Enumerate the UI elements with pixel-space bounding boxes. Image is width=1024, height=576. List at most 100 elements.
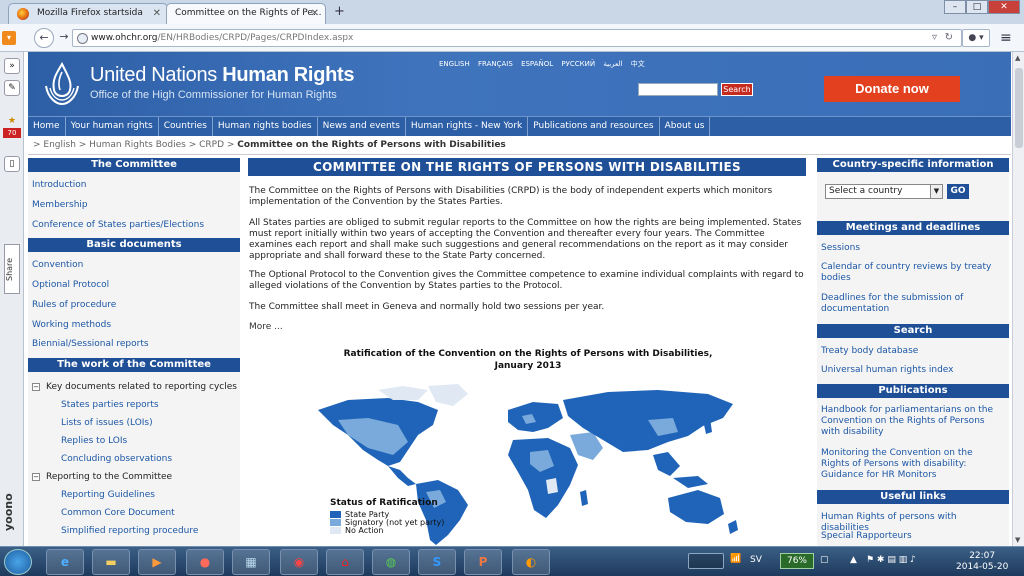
- close-icon[interactable]: ✕: [153, 4, 161, 23]
- reload-icon[interactable]: ↻: [945, 32, 953, 43]
- nav-publications[interactable]: Publications and resources: [528, 117, 660, 136]
- legend-swatch: [330, 511, 341, 518]
- lang-spanish[interactable]: ESPAÑOL: [521, 60, 553, 68]
- scroll-down-icon[interactable]: ▼: [1015, 536, 1020, 544]
- yoono-logo[interactable]: yoono: [2, 482, 22, 542]
- new-tab-button[interactable]: +: [334, 4, 345, 19]
- link-sessions[interactable]: Sessions: [821, 243, 1003, 254]
- link-rules-of-procedure[interactable]: Rules of procedure: [32, 300, 116, 310]
- user-menu-button[interactable]: ● ▾: [962, 29, 990, 47]
- tree-key-documents[interactable]: − Key documents related to reporting cycl…: [32, 382, 237, 392]
- link-common-core[interactable]: Common Core Document: [61, 508, 175, 518]
- skype-icon[interactable]: S: [418, 549, 456, 575]
- collapse-icon[interactable]: −: [32, 382, 40, 391]
- panel-icon[interactable]: ▯: [4, 156, 20, 172]
- pdf-icon[interactable]: ⌂: [326, 549, 364, 575]
- start-button[interactable]: [4, 549, 32, 575]
- tool-icon[interactable]: ✎: [4, 80, 20, 96]
- lang-arabic[interactable]: العربية: [603, 60, 622, 68]
- main-nav: Home Your human rights Countries Human r…: [28, 116, 1011, 136]
- link-optional-protocol[interactable]: Optional Protocol: [32, 280, 109, 290]
- share-button[interactable]: Share: [4, 244, 20, 294]
- go-button[interactable]: GO: [947, 184, 969, 199]
- back-button[interactable]: ←: [34, 28, 54, 48]
- link-reports[interactable]: Biennial/Sessional reports: [32, 339, 149, 349]
- close-icon[interactable]: ✕: [311, 4, 319, 23]
- breadcrumb-links[interactable]: > English > Human Rights Bodies > CRPD >: [33, 140, 234, 150]
- link-concluding-observations[interactable]: Concluding observations: [61, 454, 172, 464]
- firefox-taskbar-icon[interactable]: ◐: [512, 549, 550, 575]
- donate-button[interactable]: Donate now: [824, 76, 960, 102]
- link-special-rapporteurs[interactable]: Special Rapporteurs: [821, 531, 1003, 542]
- show-hidden-icon[interactable]: ▲: [850, 555, 857, 565]
- tray-icons[interactable]: ⚑ ✱ ▤ ▥ ♪: [866, 555, 916, 565]
- internet-explorer-icon[interactable]: e: [46, 549, 84, 575]
- link-introduction[interactable]: Introduction: [32, 180, 87, 190]
- link-uhri[interactable]: Universal human rights index: [821, 365, 1003, 376]
- link-treaty-database[interactable]: Treaty body database: [821, 346, 1003, 357]
- link-monitoring[interactable]: Monitoring the Convention on the Rights …: [821, 448, 1003, 481]
- scroll-up-icon[interactable]: ▲: [1015, 54, 1020, 62]
- scroll-thumb[interactable]: [1015, 68, 1023, 148]
- more-link[interactable]: More ...: [249, 322, 283, 332]
- country-select[interactable]: Select a country ▼: [825, 184, 943, 199]
- hotspot-icon[interactable]: ◉: [280, 549, 318, 575]
- lang-chinese[interactable]: 中文: [631, 60, 645, 68]
- site-search-button[interactable]: Search: [721, 83, 753, 96]
- vertical-scrollbar[interactable]: ▲ ▼: [1012, 52, 1024, 546]
- link-calendar[interactable]: Calendar of country reviews by treaty bo…: [821, 262, 1003, 284]
- tab-firefox-start[interactable]: Mozilla Firefox startsida ✕: [8, 3, 168, 24]
- dropdown-arrow-icon[interactable]: ▿: [932, 32, 937, 43]
- collapse-icon[interactable]: −: [32, 472, 40, 481]
- nav-new-york[interactable]: Human rights - New York: [406, 117, 529, 136]
- maximize-button[interactable]: □: [966, 0, 988, 14]
- link-working-methods[interactable]: Working methods: [32, 320, 111, 330]
- power-icon[interactable]: ▢: [820, 555, 829, 565]
- powerpoint-icon[interactable]: P: [464, 549, 502, 575]
- site-search-input[interactable]: [638, 83, 718, 96]
- link-membership[interactable]: Membership: [32, 200, 88, 210]
- un-flame-logo-icon[interactable]: [40, 58, 84, 108]
- nav-countries[interactable]: Countries: [159, 117, 213, 136]
- link-simplified-reporting[interactable]: Simplified reporting procedure: [61, 526, 198, 536]
- link-states-parties-reports[interactable]: States parties reports: [61, 400, 159, 410]
- language-indicator[interactable]: SV: [750, 555, 762, 565]
- clock[interactable]: 22:07 2014-05-20: [956, 551, 1008, 573]
- nav-news-events[interactable]: News and events: [318, 117, 406, 136]
- link-lois[interactable]: Lists of issues (LOIs): [61, 418, 153, 428]
- link-conference[interactable]: Conference of States parties/Elections: [32, 220, 204, 230]
- signal-icon[interactable]: [688, 553, 724, 569]
- lang-russian[interactable]: РУССКИЙ: [561, 60, 595, 68]
- nav-your-human-rights[interactable]: Your human rights: [66, 117, 159, 136]
- lang-english[interactable]: ENGLISH: [439, 60, 470, 68]
- spotify-icon[interactable]: ◍: [372, 549, 410, 575]
- wifi-icon[interactable]: 📶: [730, 554, 741, 564]
- nav-human-rights-bodies[interactable]: Human rights bodies: [213, 117, 318, 136]
- site-title[interactable]: United Nations Human Rights: [90, 64, 355, 87]
- firefox-menu-icon[interactable]: ▾: [2, 31, 16, 45]
- hamburger-menu-icon[interactable]: ≡: [1000, 30, 1012, 46]
- remote-desktop-icon[interactable]: ▦: [232, 549, 270, 575]
- expand-icon[interactable]: »: [4, 58, 20, 74]
- link-replies-lois[interactable]: Replies to LOIs: [61, 436, 127, 446]
- link-convention[interactable]: Convention: [32, 260, 83, 270]
- tree-reporting[interactable]: − Reporting to the Committee: [32, 472, 172, 482]
- link-handbook[interactable]: Handbook for parliamentarians on the Con…: [821, 405, 1003, 438]
- nav-home[interactable]: Home: [28, 117, 66, 136]
- breadcrumb-current: Committee on the Rights of Persons with …: [237, 140, 506, 150]
- url-text[interactable]: www.ohchr.org/EN/HRBodies/CRPD/Pages/CRP…: [91, 33, 353, 43]
- forward-button[interactable]: →: [54, 28, 74, 48]
- nav-about-us[interactable]: About us: [660, 117, 711, 136]
- close-window-button[interactable]: ✕: [988, 0, 1020, 14]
- battery-indicator[interactable]: 76%: [780, 553, 814, 569]
- address-bar[interactable]: www.ohchr.org/EN/HRBodies/CRPD/Pages/CRP…: [72, 29, 962, 47]
- lang-french[interactable]: FRANÇAIS: [478, 60, 513, 68]
- tab-committee[interactable]: Committee on the Rights of Pe... ✕: [166, 3, 326, 24]
- link-reporting-guidelines[interactable]: Reporting Guidelines: [61, 490, 155, 500]
- minimize-button[interactable]: –: [944, 0, 966, 14]
- chevron-down-icon[interactable]: ▼: [930, 185, 942, 198]
- media-player-icon[interactable]: ▶: [138, 549, 176, 575]
- folder-icon[interactable]: ▬: [92, 549, 130, 575]
- link-deadlines[interactable]: Deadlines for the submission of document…: [821, 293, 1003, 315]
- gadget-icon[interactable]: ●: [186, 549, 224, 575]
